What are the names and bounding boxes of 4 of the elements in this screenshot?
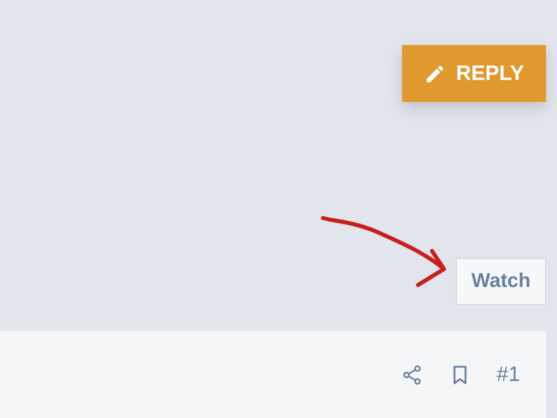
watch-button[interactable]: Watch	[456, 258, 546, 305]
reply-button[interactable]: REPLY	[402, 45, 546, 102]
post-number-link[interactable]: #1	[496, 362, 520, 386]
share-icon[interactable]	[400, 364, 423, 386]
